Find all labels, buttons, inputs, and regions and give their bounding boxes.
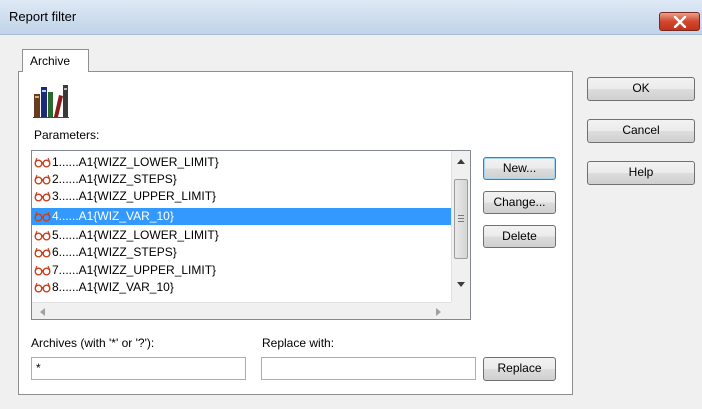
cancel-button[interactable]: Cancel (587, 119, 695, 143)
glasses-icon (34, 282, 51, 293)
replace-button[interactable]: Replace (483, 357, 556, 381)
help-button[interactable]: Help (587, 161, 695, 185)
vertical-scrollbar[interactable] (451, 151, 470, 302)
parameters-list[interactable]: 1......A1{WIZZ_LOWER_LIMIT} 2......A1{WI… (31, 150, 471, 320)
ok-button[interactable]: OK (587, 77, 695, 101)
list-item-text: 8......A1{WIZ_VAR_10} (52, 280, 174, 294)
title-bar: Report filter (0, 0, 702, 35)
list-item[interactable]: 7......A1{WIZZ_UPPER_LIMIT} (32, 262, 451, 279)
glasses-icon (34, 265, 51, 276)
list-item-text: 3......A1{WIZZ_UPPER_LIMIT} (52, 189, 217, 203)
list-item-text: 2......A1{WIZZ_STEPS} (52, 172, 177, 186)
glasses-icon (34, 230, 51, 241)
list-item-text: 4......A1{WIZ_VAR_10} (52, 209, 174, 223)
glasses-icon (34, 174, 51, 185)
list-item[interactable]: 8......A1{WIZ_VAR_10} (32, 279, 451, 296)
list-item[interactable]: 3......A1{WIZZ_UPPER_LIMIT} (32, 188, 451, 205)
close-icon (673, 16, 687, 28)
scroll-corner (451, 302, 470, 319)
vertical-scroll-thumb[interactable] (454, 179, 468, 259)
books-icon (33, 85, 69, 118)
scroll-left-arrow-icon[interactable] (40, 308, 45, 316)
list-item-text: 6......A1{WIZZ_STEPS} (52, 245, 177, 259)
delete-button[interactable]: Delete (483, 225, 556, 248)
change-button[interactable]: Change... (483, 191, 556, 214)
scroll-down-arrow-icon[interactable] (457, 282, 465, 287)
tab-archive[interactable]: Archive (22, 49, 89, 72)
new-button[interactable]: New... (483, 157, 556, 180)
list-item-text: 1......A1{WIZZ_LOWER_LIMIT} (52, 155, 219, 169)
replace-with-input[interactable] (261, 357, 476, 380)
window-title: Report filter (9, 9, 77, 24)
tab-archive-label: Archive (30, 54, 71, 68)
archives-input[interactable]: * (31, 357, 246, 380)
list-item[interactable]: 6......A1{WIZZ_STEPS} (32, 244, 451, 261)
parameters-label: Parameters: (34, 128, 100, 142)
archives-label: Archives (with '*' or '?'): (31, 336, 155, 350)
close-button[interactable] (659, 12, 700, 31)
scroll-up-arrow-icon[interactable] (457, 159, 465, 164)
list-item-text: 7......A1{WIZZ_UPPER_LIMIT} (52, 263, 217, 277)
glasses-icon (34, 157, 51, 168)
list-item[interactable]: 1......A1{WIZZ_LOWER_LIMIT} (32, 154, 451, 171)
horizontal-scrollbar[interactable] (32, 302, 451, 319)
replace-with-label: Replace with: (262, 336, 335, 350)
list-item[interactable]: 2......A1{WIZZ_STEPS} (32, 171, 451, 188)
glasses-icon (34, 211, 51, 222)
list-item[interactable]: 5......A1{WIZZ_LOWER_LIMIT} (32, 227, 451, 244)
list-item-text: 5......A1{WIZZ_LOWER_LIMIT} (52, 228, 219, 242)
scroll-right-arrow-icon[interactable] (436, 308, 441, 316)
glasses-icon (34, 247, 51, 258)
glasses-icon (34, 191, 51, 202)
list-item-selected[interactable]: 4......A1{WIZ_VAR_10} (32, 208, 451, 225)
